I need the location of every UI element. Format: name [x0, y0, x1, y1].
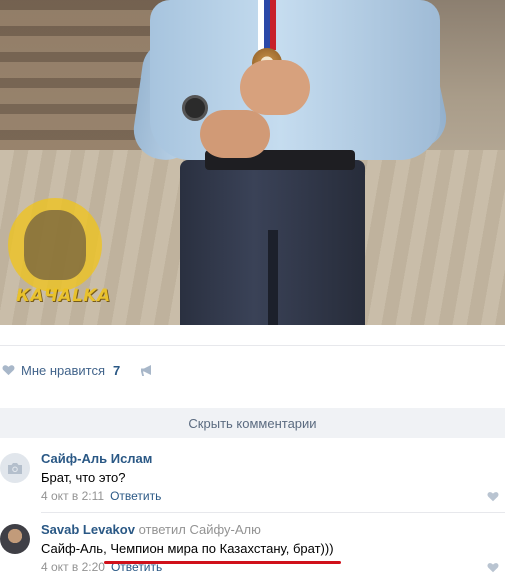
avatar[interactable] — [0, 524, 30, 554]
comment-text-prefix: Сайф-Аль, — [41, 541, 111, 556]
likes-row: Мне нравится 7 — [0, 355, 505, 385]
photo-medal-ribbon — [258, 0, 276, 50]
share-megaphone-icon[interactable] — [140, 364, 154, 377]
photo-hand-lower — [200, 110, 270, 158]
likes-separator — [0, 345, 505, 346]
comment-date[interactable]: 4 окт в 2:20 — [41, 560, 105, 574]
photo-hand — [240, 60, 310, 115]
comment-text: Брат, что это? — [41, 470, 126, 485]
reply-to-link[interactable]: Сайфу-Алю — [189, 522, 260, 537]
post-photo[interactable]: КАЧALKA — [0, 0, 505, 325]
like-label[interactable]: Мне нравится — [21, 363, 105, 378]
red-underline-annotation — [104, 561, 341, 564]
comment-author-name[interactable]: Savab Levakov — [41, 522, 135, 537]
watermark-text: КАЧALKA — [16, 286, 111, 306]
replied-word: ответил — [138, 522, 186, 537]
photo-watch — [182, 95, 208, 121]
comment-author: Savab Levakov ответил Сайфу-Алю — [41, 522, 261, 537]
reply-link[interactable]: Ответить — [110, 489, 161, 503]
comment-meta: 4 окт в 2:11 Ответить — [41, 489, 161, 503]
watermark-figure — [24, 210, 86, 280]
watermark-logo: КАЧALKA — [6, 198, 110, 318]
comment-text-highlight: Чемпион мира по Казахстану, брат))) — [110, 541, 334, 556]
hide-comments-button[interactable]: Скрыть комментарии — [0, 408, 505, 438]
comment-author[interactable]: Сайф-Аль Ислам — [41, 451, 152, 466]
photo-pants-gap — [268, 230, 278, 325]
comment-date[interactable]: 4 окт в 2:11 — [41, 489, 104, 503]
avatar[interactable] — [0, 453, 30, 483]
comment-item: Сайф-Аль Ислам Брат, что это? 4 окт в 2:… — [0, 451, 505, 506]
comment-heart-icon[interactable] — [487, 491, 499, 502]
comment-item: Savab Levakov ответил Сайфу-Алю Сайф-Аль… — [0, 522, 505, 577]
camera-icon — [8, 462, 22, 474]
comment-separator — [41, 512, 505, 513]
comment-text: Сайф-Аль, Чемпион мира по Казахстану, бр… — [41, 541, 334, 556]
like-count[interactable]: 7 — [113, 363, 120, 378]
comment-heart-icon[interactable] — [487, 562, 499, 573]
heart-icon[interactable] — [2, 364, 15, 376]
